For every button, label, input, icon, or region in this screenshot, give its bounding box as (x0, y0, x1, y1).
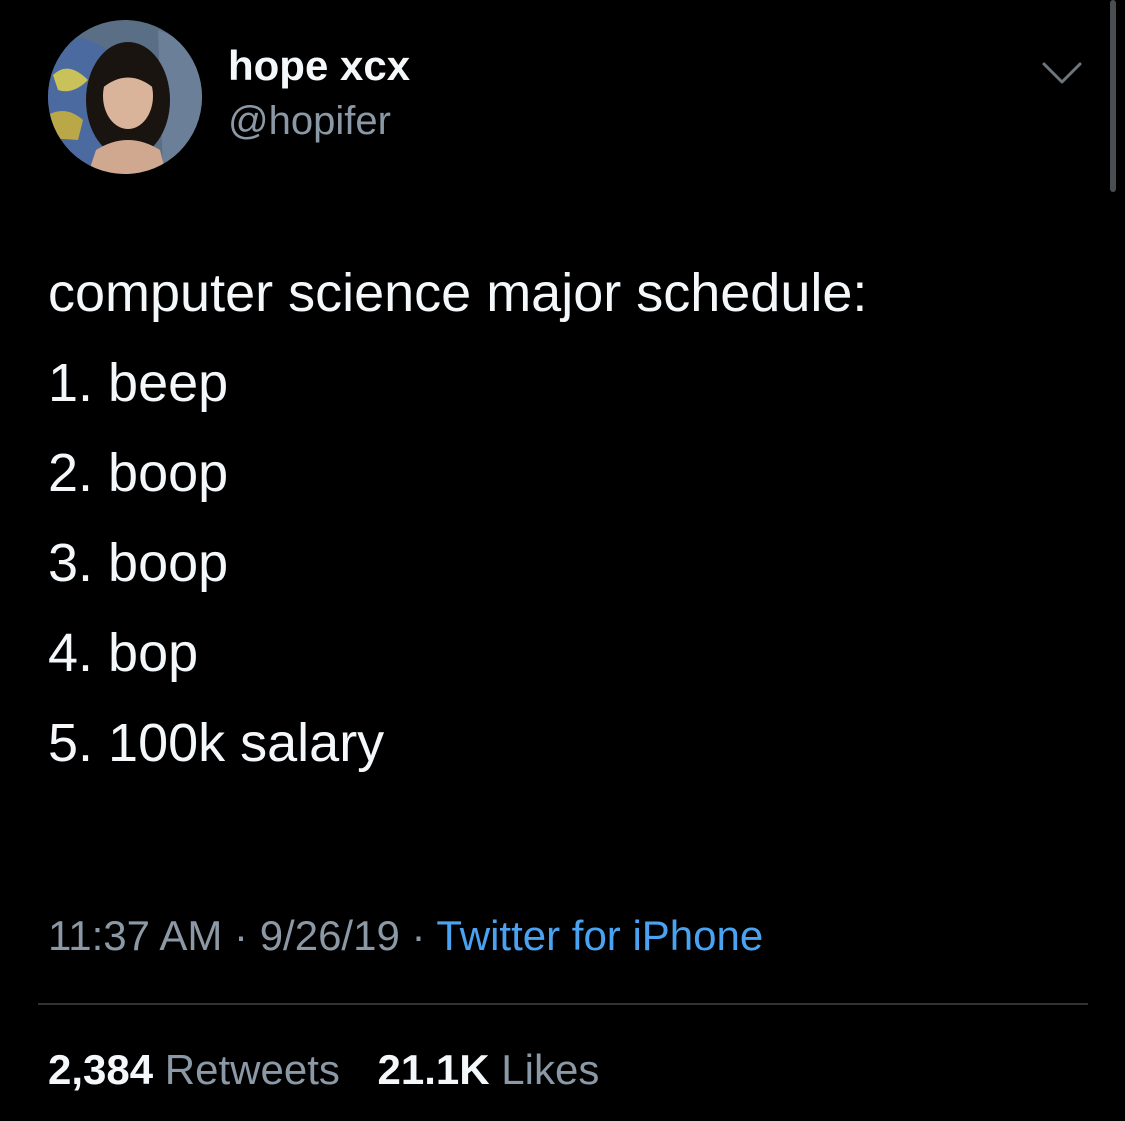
likes-count: 21.1K (377, 1046, 490, 1093)
tweet-source-link[interactable]: Twitter for iPhone (436, 912, 763, 959)
likes-stat[interactable]: 21.1K Likes (378, 1046, 600, 1093)
separator: · (234, 912, 249, 959)
tweet-line: computer science major schedule: (48, 263, 868, 323)
tweet-line: 5. 100k salary (48, 713, 385, 773)
separator: · (411, 912, 426, 959)
retweets-count: 2,384 (48, 1046, 154, 1093)
avatar[interactable] (48, 20, 202, 174)
tweet-line: 3. boop (48, 533, 229, 593)
tweet-line: 2. boop (48, 443, 229, 503)
tweet-date: 9/26/19 (259, 912, 400, 959)
scrollbar[interactable] (1110, 0, 1116, 192)
tweet-metadata: 11:37 AM · 9/26/19 · Twitter for iPhone (48, 910, 763, 962)
tweet-time: 11:37 AM (48, 912, 223, 959)
display-name[interactable]: hope xcx (228, 40, 410, 92)
user-handle[interactable]: @hopifer (228, 96, 391, 146)
tweet-line: 4. bop (48, 623, 199, 683)
tweet-line: 1. beep (48, 353, 229, 413)
divider (38, 1003, 1088, 1005)
retweets-stat[interactable]: 2,384 Retweets (48, 1046, 352, 1093)
likes-label: Likes (501, 1046, 600, 1093)
tweet-text: computer science major schedule: 1. beep… (48, 248, 1098, 788)
retweets-label: Retweets (164, 1046, 340, 1093)
tweet-stats: 2,384 Retweets 21.1K Likes (48, 1044, 625, 1096)
chevron-down-icon[interactable] (1040, 58, 1084, 88)
